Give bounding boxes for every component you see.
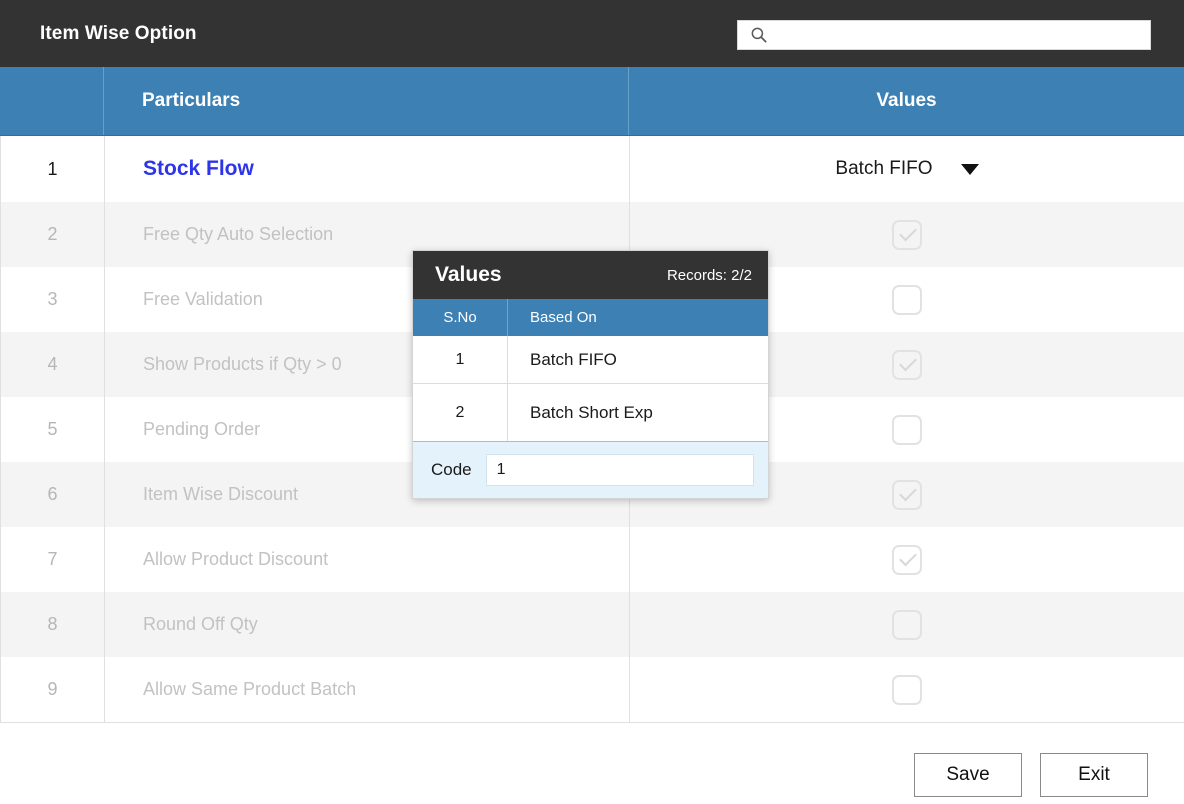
- save-button[interactable]: Save: [914, 753, 1022, 797]
- search-box[interactable]: [737, 20, 1151, 50]
- page-title: Item Wise Option: [40, 23, 197, 45]
- popup-column-header-sno: S.No: [413, 299, 508, 336]
- checkbox-round-off-qty[interactable]: [892, 610, 922, 640]
- code-input[interactable]: [486, 454, 754, 486]
- popup-row-index: 1: [413, 336, 508, 383]
- checkbox-allow-same-product-batch[interactable]: [892, 675, 922, 705]
- row-value-cell: [630, 592, 1184, 657]
- row-index: 5: [1, 397, 105, 462]
- checkbox-pending-order[interactable]: [892, 415, 922, 445]
- checkbox-free-qty-auto-selection[interactable]: [892, 220, 922, 250]
- footer-action-bar: Save Exit: [0, 745, 1184, 804]
- popup-header-row: S.No Based On: [413, 299, 768, 336]
- checkbox-free-validation[interactable]: [892, 285, 922, 315]
- row-value-cell: [630, 527, 1184, 592]
- column-header-particulars: Particulars: [104, 67, 629, 135]
- column-header-particulars-label: Particulars: [142, 90, 240, 112]
- popup-row-value-batch-fifo[interactable]: Batch FIFO: [508, 336, 768, 383]
- row-index: 4: [1, 332, 105, 397]
- exit-button[interactable]: Exit: [1040, 753, 1148, 797]
- list-item[interactable]: 1 Batch FIFO: [413, 336, 768, 384]
- popup-row-value-batch-short-exp[interactable]: Batch Short Exp: [508, 384, 768, 441]
- popup-code-row: Code: [413, 442, 768, 498]
- table-row[interactable]: 7 Allow Product Discount: [1, 527, 1184, 592]
- checkbox-allow-product-discount[interactable]: [892, 545, 922, 575]
- row-value-cell[interactable]: Batch FIFO: [630, 136, 1184, 202]
- column-header-values: Values: [629, 67, 1184, 135]
- popup-title-label: Values: [435, 263, 502, 287]
- stock-flow-selected-value: Batch FIFO: [835, 158, 932, 180]
- chevron-down-icon[interactable]: [961, 164, 979, 175]
- column-header-values-label: Values: [876, 90, 936, 112]
- table-row[interactable]: 9 Allow Same Product Batch: [1, 657, 1184, 722]
- popup-title-bar: Values Records: 2/2: [413, 251, 768, 299]
- checkbox-item-wise-discount[interactable]: [892, 480, 922, 510]
- row-index: 7: [1, 527, 105, 592]
- popup-records-count: Records: 2/2: [667, 267, 752, 284]
- row-index: 6: [1, 462, 105, 527]
- code-label: Code: [431, 460, 472, 480]
- list-item[interactable]: 2 Batch Short Exp: [413, 384, 768, 442]
- values-lookup-popup[interactable]: Values Records: 2/2 S.No Based On 1 Batc…: [412, 250, 769, 499]
- table-row[interactable]: 8 Round Off Qty: [1, 592, 1184, 657]
- column-header-sno: [0, 67, 104, 135]
- row-label-round-off-qty: Round Off Qty: [105, 592, 630, 657]
- checkbox-show-products-if-qty-gt-0[interactable]: [892, 350, 922, 380]
- row-label-stock-flow[interactable]: Stock Flow: [105, 136, 630, 202]
- row-index: 3: [1, 267, 105, 332]
- stock-flow-dropdown[interactable]: Batch FIFO: [835, 158, 978, 180]
- row-index: 1: [1, 136, 105, 202]
- row-label-allow-product-discount: Allow Product Discount: [105, 527, 630, 592]
- search-icon: [750, 26, 768, 44]
- row-index: 8: [1, 592, 105, 657]
- popup-row-index: 2: [413, 384, 508, 441]
- row-label-allow-same-product-batch: Allow Same Product Batch: [105, 657, 630, 722]
- grid-header-row: Particulars Values: [0, 67, 1184, 136]
- popup-column-header-based-on: Based On: [508, 299, 768, 336]
- window-title-bar: Item Wise Option: [0, 0, 1184, 67]
- search-input[interactable]: [768, 22, 1150, 48]
- row-value-cell: [630, 657, 1184, 722]
- row-index: 2: [1, 202, 105, 267]
- table-row[interactable]: 1 Stock Flow Batch FIFO: [1, 136, 1184, 202]
- row-index: 9: [1, 657, 105, 722]
